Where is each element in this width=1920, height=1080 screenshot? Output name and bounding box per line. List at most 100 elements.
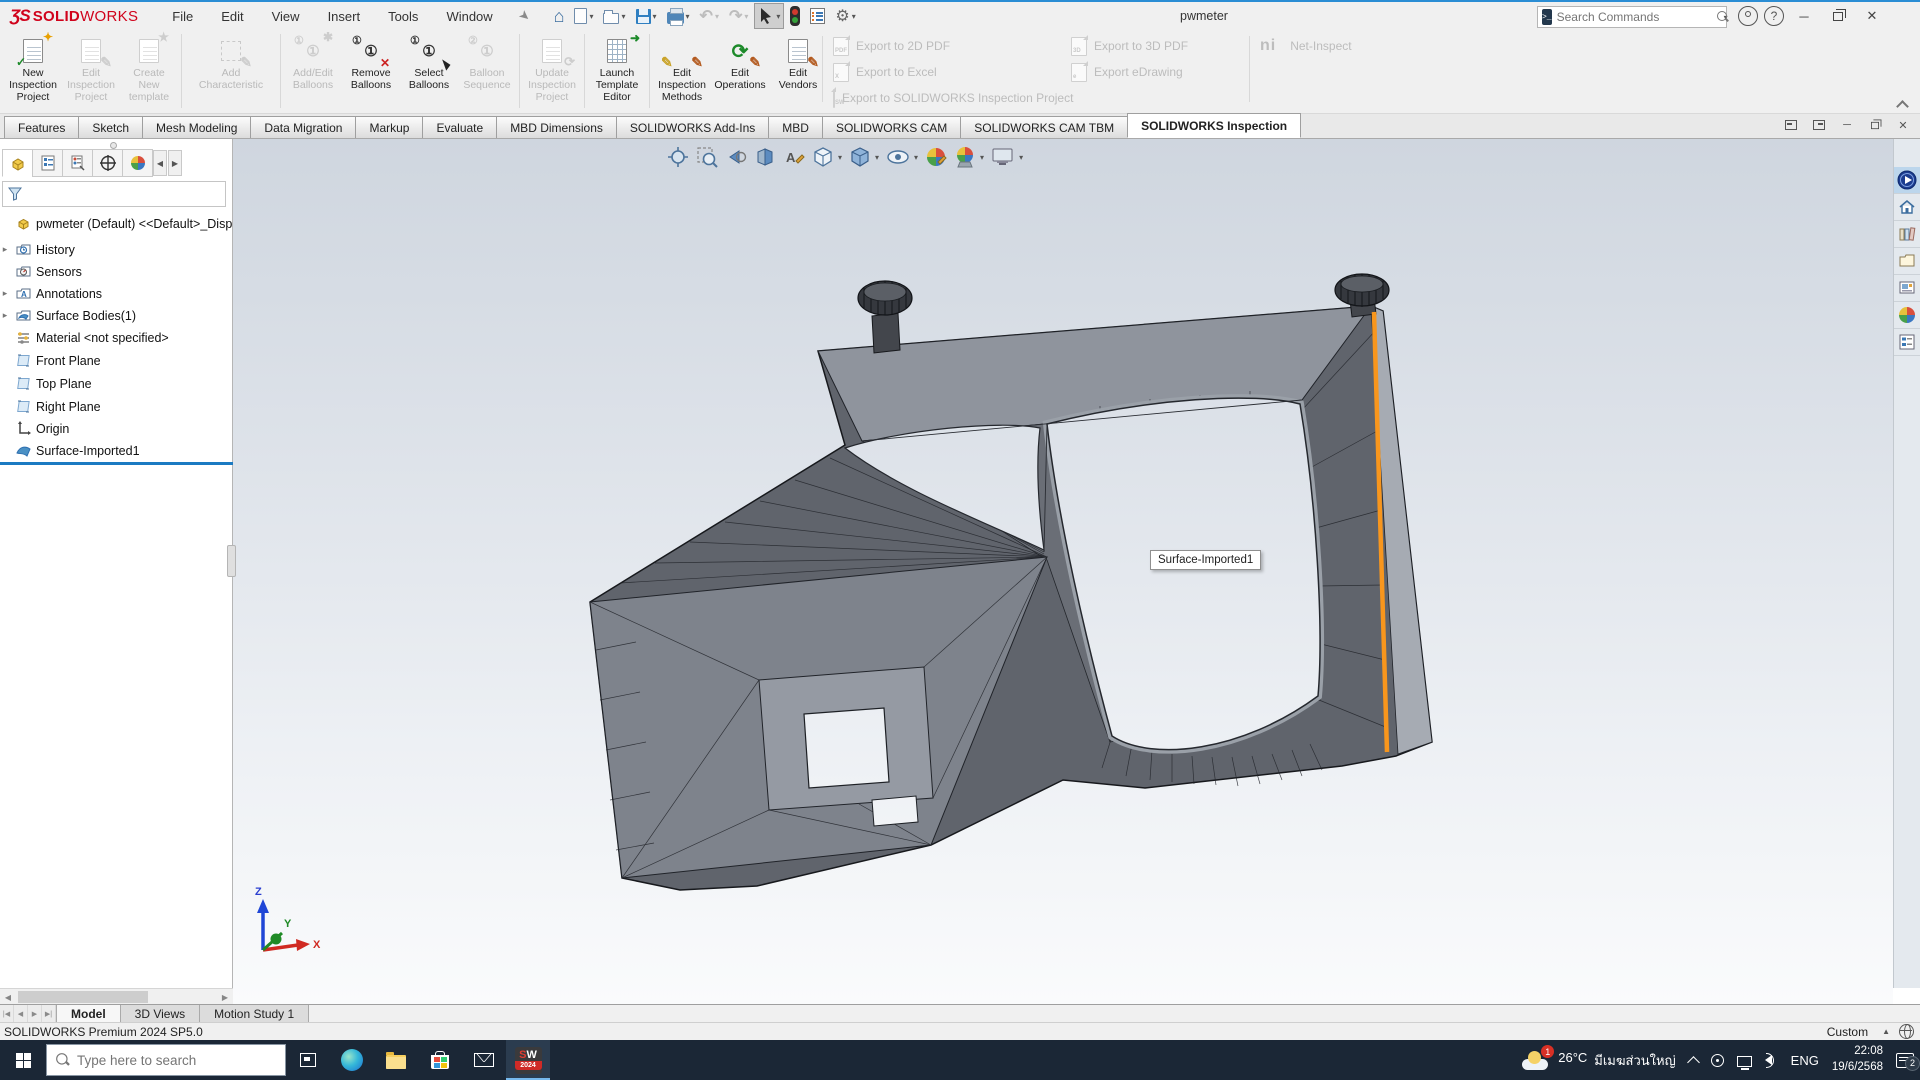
tab-solidworks-addins[interactable]: SOLIDWORKS Add-Ins	[616, 116, 769, 138]
dock-right-icon[interactable]	[1810, 117, 1828, 133]
panel-splitter-grip[interactable]	[227, 545, 236, 577]
task-view-button[interactable]	[286, 1040, 330, 1080]
ribbon-new-inspection-project[interactable]: ✓✦ New Inspection Project	[4, 34, 62, 103]
tree-item-sensors[interactable]: Sensors	[0, 261, 233, 282]
tree-item-right-plane[interactable]: Right Plane	[0, 396, 233, 417]
motion-study-tab[interactable]: Motion Study 1	[200, 1005, 309, 1022]
tree-item-surface-bodies[interactable]: ▸ Surface Bodies(1)	[0, 305, 233, 326]
dimxpert-manager-tab[interactable]	[92, 149, 123, 177]
configuration-manager-tab[interactable]	[62, 149, 93, 177]
panel-tab-scroll-right-icon[interactable]: ▶	[168, 150, 182, 176]
command-search[interactable]: >_ ▾	[1537, 6, 1727, 28]
ribbon-edit-inspection-methods[interactable]: ✎✎ Edit Inspection Methods	[653, 34, 711, 103]
tab-features[interactable]: Features	[4, 116, 79, 138]
3d-views-tab[interactable]: 3D Views	[121, 1005, 200, 1022]
tree-filter-box[interactable]	[2, 181, 226, 207]
model-tab[interactable]: Model	[56, 1005, 121, 1022]
pwmeter-3d-model[interactable]: Z X Y	[233, 139, 1893, 1004]
mail-button[interactable]	[462, 1040, 506, 1080]
view-settings-icon[interactable]: ▾	[991, 146, 1023, 168]
unit-system-label[interactable]: Custom	[1827, 1025, 1868, 1039]
menu-insert[interactable]: Insert	[316, 5, 373, 28]
home-icon[interactable]	[1894, 194, 1920, 221]
menu-view[interactable]: View	[260, 5, 312, 28]
ribbon-update-inspection-project[interactable]: ⟳ Update Inspection Project	[523, 34, 581, 103]
help-button[interactable]: ?	[1764, 6, 1784, 26]
solidworks-taskbar-button[interactable]: SW 2024	[506, 1040, 550, 1080]
edit-appearance-icon[interactable]	[925, 146, 947, 168]
ribbon-edit-inspection-project[interactable]: ✎ Edit Inspection Project	[62, 34, 120, 103]
export-edrawing-button[interactable]: e Export eDrawing	[1071, 62, 1239, 82]
panel-tab-scroll-left-icon[interactable]: ◀	[153, 150, 167, 176]
restore-button[interactable]	[1824, 4, 1852, 28]
file-explorer-icon[interactable]	[1894, 248, 1920, 275]
minimize-button[interactable]: ─	[1790, 4, 1818, 28]
ribbon-edit-operations[interactable]: ⟳✎ Edit Operations	[711, 34, 769, 92]
expand-icon[interactable]: ▸	[0, 244, 10, 255]
section-view-icon[interactable]	[754, 146, 776, 168]
menu-window[interactable]: Window	[434, 5, 504, 28]
taskbar-search-input[interactable]	[77, 1053, 275, 1068]
ribbon-balloon-sequence[interactable]: ①② Balloon Sequence	[458, 34, 516, 92]
annotation-view-icon[interactable]: A	[783, 146, 805, 168]
tab-mbd-dimensions[interactable]: MBD Dimensions	[496, 116, 617, 138]
doc-minimize-icon[interactable]: ─	[1838, 117, 1856, 133]
rebuild-button[interactable]	[786, 3, 804, 29]
tree-item-annotations[interactable]: ▸ A Annotations	[0, 283, 233, 304]
design-library-icon[interactable]	[1894, 221, 1920, 248]
tree-item-history[interactable]: ▸ History	[0, 239, 233, 260]
dock-left-icon[interactable]	[1782, 117, 1800, 133]
expand-icon[interactable]: ▸	[0, 288, 10, 299]
ribbon-create-new-template[interactable]: ★ Create New template	[120, 34, 178, 103]
last-tab-icon[interactable]: ▶|	[42, 1005, 56, 1022]
featuremanager-tree-tab[interactable]	[2, 149, 33, 177]
options-button[interactable]: ⚙▾	[831, 3, 859, 29]
tray-expand-chevron-icon[interactable]	[1687, 1056, 1700, 1069]
menu-edit[interactable]: Edit	[209, 5, 255, 28]
print-button[interactable]: ▾	[663, 3, 694, 29]
tree-item-surface-imported1[interactable]: Surface-Imported1	[0, 440, 233, 461]
select-tool-button[interactable]: ▾	[754, 3, 784, 29]
unit-system-caret-icon[interactable]: ▲	[1882, 1027, 1890, 1036]
doc-close-icon[interactable]: ✕	[1894, 117, 1912, 133]
appearances-scenes-icon[interactable]	[1894, 302, 1920, 329]
net-inspect-button[interactable]: ni Net-Inspect	[1260, 36, 1352, 56]
redo-button[interactable]: ↷▾	[725, 3, 752, 29]
scroll-left-icon[interactable]: ◀	[0, 990, 16, 1004]
volume-icon[interactable]	[1765, 1055, 1772, 1065]
file-explorer-button[interactable]	[374, 1040, 418, 1080]
edge-button[interactable]	[330, 1040, 374, 1080]
tab-mesh-modeling[interactable]: Mesh Modeling	[142, 116, 251, 138]
tree-item-front-plane[interactable]: Front Plane	[0, 350, 233, 371]
first-tab-icon[interactable]: |◀	[0, 1005, 14, 1022]
tab-evaluate[interactable]: Evaluate	[422, 116, 497, 138]
network-icon[interactable]	[1737, 1056, 1752, 1067]
clock[interactable]: 22:08 19/6/2568	[1832, 1044, 1883, 1075]
export-sw-inspection-button[interactable]: SW Export to SOLIDWORKS Inspection Proje…	[833, 88, 1071, 108]
action-center-icon[interactable]: 2	[1896, 1053, 1914, 1068]
display-style-icon[interactable]: ▾	[849, 146, 879, 168]
scrollbar-thumb[interactable]	[18, 991, 148, 1003]
globe-icon[interactable]	[1899, 1024, 1914, 1039]
menu-file[interactable]: File	[160, 5, 205, 28]
3dexperience-icon[interactable]	[1894, 167, 1920, 194]
store-button[interactable]	[418, 1040, 462, 1080]
save-button[interactable]: ▾	[632, 3, 661, 29]
apply-scene-icon[interactable]: ▾	[954, 146, 984, 168]
scroll-right-icon[interactable]: ▶	[217, 990, 233, 1004]
export-2d-pdf-button[interactable]: PDF Export to 2D PDF	[833, 36, 1071, 56]
menu-tools[interactable]: Tools	[376, 5, 430, 28]
pin-menu-icon[interactable]: ➤	[515, 6, 534, 25]
ribbon-remove-balloons[interactable]: ①①✕ Remove Balloons	[342, 34, 400, 92]
previous-view-icon[interactable]	[725, 146, 747, 168]
open-button[interactable]: ▾	[599, 3, 629, 29]
panel-resize-handle[interactable]	[110, 142, 117, 149]
expand-icon[interactable]: ▸	[0, 310, 10, 321]
tab-sketch[interactable]: Sketch	[78, 116, 143, 138]
close-button[interactable]: ✕	[1858, 4, 1886, 28]
tree-horizontal-scrollbar[interactable]: ◀ ▶	[0, 988, 233, 1004]
new-document-button[interactable]: ▾	[570, 3, 597, 29]
ribbon-add-edit-balloons[interactable]: ①①✱ Add/Edit Balloons	[284, 34, 342, 92]
display-settings-button[interactable]	[806, 3, 829, 29]
export-excel-button[interactable]: X Export to Excel	[833, 62, 1071, 82]
